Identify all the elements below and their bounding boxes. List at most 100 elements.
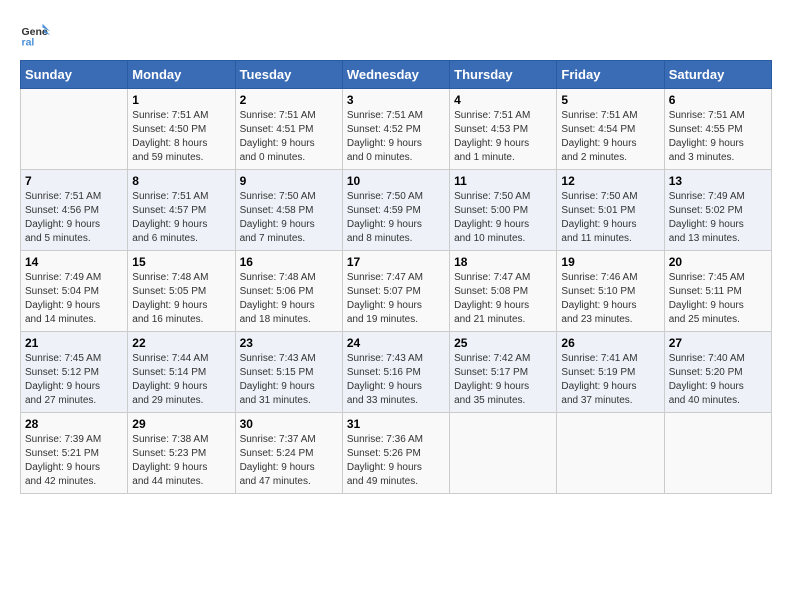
day-number: 11 [454,174,552,188]
day-info: Sunrise: 7:50 AMSunset: 4:59 PMDaylight:… [347,190,445,246]
day-info: Sunrise: 7:37 AMSunset: 5:24 PMDaylight:… [240,433,338,489]
day-number: 27 [669,336,767,350]
calendar-header: SundayMondayTuesdayWednesdayThursdayFrid… [21,61,772,89]
calendar-day-header: Tuesday [235,61,342,89]
day-info: Sunrise: 7:48 AMSunset: 5:06 PMDaylight:… [240,271,338,327]
day-number: 7 [25,174,123,188]
day-number: 10 [347,174,445,188]
calendar-cell: 23 Sunrise: 7:43 AMSunset: 5:15 PMDayligh… [235,332,342,413]
calendar-day-header: Friday [557,61,664,89]
day-number: 5 [561,93,659,107]
day-info: Sunrise: 7:50 AMSunset: 4:58 PMDaylight:… [240,190,338,246]
calendar-cell: 10 Sunrise: 7:50 AMSunset: 4:59 PMDayligh… [342,170,449,251]
calendar-table: SundayMondayTuesdayWednesdayThursdayFrid… [20,60,772,494]
calendar-cell [450,413,557,494]
day-info: Sunrise: 7:43 AMSunset: 5:15 PMDaylight:… [240,352,338,408]
day-info: Sunrise: 7:51 AMSunset: 4:55 PMDaylight:… [669,109,767,165]
calendar-cell: 1Sunrise: 7:51 AMSunset: 4:50 PMDaylight… [128,89,235,170]
day-number: 20 [669,255,767,269]
day-info: Sunrise: 7:51 AMSunset: 4:53 PMDaylight:… [454,109,552,165]
svg-text:ral: ral [22,37,35,49]
calendar-cell: 16 Sunrise: 7:48 AMSunset: 5:06 PMDayligh… [235,251,342,332]
day-info: Sunrise: 7:41 AMSunset: 5:19 PMDaylight:… [561,352,659,408]
day-info: Sunrise: 7:51 AMSunset: 4:57 PMDaylight:… [132,190,230,246]
calendar-cell: 21 Sunrise: 7:45 AMSunset: 5:12 PMDayligh… [21,332,128,413]
calendar-cell: 4 Sunrise: 7:51 AMSunset: 4:53 PMDaylight… [450,89,557,170]
day-number: 24 [347,336,445,350]
day-number: 12 [561,174,659,188]
calendar-cell [557,413,664,494]
calendar-cell: 19 Sunrise: 7:46 AMSunset: 5:10 PMDayligh… [557,251,664,332]
day-number: 29 [132,417,230,431]
day-number: 17 [347,255,445,269]
calendar-header-row: SundayMondayTuesdayWednesdayThursdayFrid… [21,61,772,89]
day-number: 21 [25,336,123,350]
day-info: Sunrise: 7:42 AMSunset: 5:17 PMDaylight:… [454,352,552,408]
calendar-cell: 13 Sunrise: 7:49 AMSunset: 5:02 PMDayligh… [664,170,771,251]
calendar-week-row: 21 Sunrise: 7:45 AMSunset: 5:12 PMDayligh… [21,332,772,413]
day-info: Sunrise: 7:39 AMSunset: 5:21 PMDaylight:… [25,433,123,489]
calendar-week-row: 28 Sunrise: 7:39 AMSunset: 5:21 PMDayligh… [21,413,772,494]
page-header: Gene ral [20,20,772,50]
day-info: Sunrise: 7:45 AMSunset: 5:11 PMDaylight:… [669,271,767,327]
day-number: 4 [454,93,552,107]
calendar-cell: 22Sunrise: 7:44 AMSunset: 5:14 PMDayligh… [128,332,235,413]
day-number: 8 [132,174,230,188]
calendar-cell: 28 Sunrise: 7:39 AMSunset: 5:21 PMDayligh… [21,413,128,494]
calendar-week-row: 1Sunrise: 7:51 AMSunset: 4:50 PMDaylight… [21,89,772,170]
day-info: Sunrise: 7:40 AMSunset: 5:20 PMDaylight:… [669,352,767,408]
logo-icon: Gene ral [20,20,50,50]
day-number: 9 [240,174,338,188]
calendar-week-row: 7 Sunrise: 7:51 AMSunset: 4:56 PMDaylight… [21,170,772,251]
day-number: 26 [561,336,659,350]
day-number: 23 [240,336,338,350]
calendar-cell [21,89,128,170]
day-info: Sunrise: 7:49 AMSunset: 5:02 PMDaylight:… [669,190,767,246]
day-info: Sunrise: 7:36 AMSunset: 5:26 PMDaylight:… [347,433,445,489]
day-number: 14 [25,255,123,269]
calendar-cell: 18Sunrise: 7:47 AMSunset: 5:08 PMDayligh… [450,251,557,332]
day-info: Sunrise: 7:46 AMSunset: 5:10 PMDaylight:… [561,271,659,327]
calendar-cell: 9 Sunrise: 7:50 AMSunset: 4:58 PMDaylight… [235,170,342,251]
calendar-cell: 2Sunrise: 7:51 AMSunset: 4:51 PMDaylight… [235,89,342,170]
day-info: Sunrise: 7:51 AMSunset: 4:52 PMDaylight:… [347,109,445,165]
day-info: Sunrise: 7:43 AMSunset: 5:16 PMDaylight:… [347,352,445,408]
day-info: Sunrise: 7:38 AMSunset: 5:23 PMDaylight:… [132,433,230,489]
calendar-cell: 29 Sunrise: 7:38 AMSunset: 5:23 PMDayligh… [128,413,235,494]
day-number: 30 [240,417,338,431]
calendar-day-header: Sunday [21,61,128,89]
day-number: 13 [669,174,767,188]
day-info: Sunrise: 7:45 AMSunset: 5:12 PMDaylight:… [25,352,123,408]
day-number: 28 [25,417,123,431]
calendar-cell: 25 Sunrise: 7:42 AMSunset: 5:17 PMDayligh… [450,332,557,413]
calendar-cell: 30 Sunrise: 7:37 AMSunset: 5:24 PMDayligh… [235,413,342,494]
logo: Gene ral [20,20,54,50]
calendar-cell: 11 Sunrise: 7:50 AMSunset: 5:00 PMDayligh… [450,170,557,251]
calendar-body: 1Sunrise: 7:51 AMSunset: 4:50 PMDaylight… [21,89,772,494]
calendar-cell: 20 Sunrise: 7:45 AMSunset: 5:11 PMDayligh… [664,251,771,332]
calendar-cell: 5Sunrise: 7:51 AMSunset: 4:54 PMDaylight… [557,89,664,170]
day-number: 2 [240,93,338,107]
calendar-week-row: 14Sunrise: 7:49 AMSunset: 5:04 PMDayligh… [21,251,772,332]
calendar-cell [664,413,771,494]
calendar-cell: 8 Sunrise: 7:51 AMSunset: 4:57 PMDaylight… [128,170,235,251]
day-number: 25 [454,336,552,350]
calendar-cell: 27 Sunrise: 7:40 AMSunset: 5:20 PMDayligh… [664,332,771,413]
calendar-day-header: Saturday [664,61,771,89]
calendar-day-header: Thursday [450,61,557,89]
calendar-cell: 26 Sunrise: 7:41 AMSunset: 5:19 PMDayligh… [557,332,664,413]
day-info: Sunrise: 7:51 AMSunset: 4:50 PMDaylight:… [132,109,230,165]
day-number: 31 [347,417,445,431]
calendar-cell: 6 Sunrise: 7:51 AMSunset: 4:55 PMDaylight… [664,89,771,170]
calendar-cell: 7 Sunrise: 7:51 AMSunset: 4:56 PMDaylight… [21,170,128,251]
calendar-cell: 14Sunrise: 7:49 AMSunset: 5:04 PMDayligh… [21,251,128,332]
day-info: Sunrise: 7:50 AMSunset: 5:00 PMDaylight:… [454,190,552,246]
day-number: 16 [240,255,338,269]
day-number: 6 [669,93,767,107]
calendar-day-header: Wednesday [342,61,449,89]
day-info: Sunrise: 7:51 AMSunset: 4:56 PMDaylight:… [25,190,123,246]
day-number: 19 [561,255,659,269]
calendar-cell: 17Sunrise: 7:47 AMSunset: 5:07 PMDayligh… [342,251,449,332]
calendar-day-header: Monday [128,61,235,89]
calendar-cell: 3Sunrise: 7:51 AMSunset: 4:52 PMDaylight… [342,89,449,170]
